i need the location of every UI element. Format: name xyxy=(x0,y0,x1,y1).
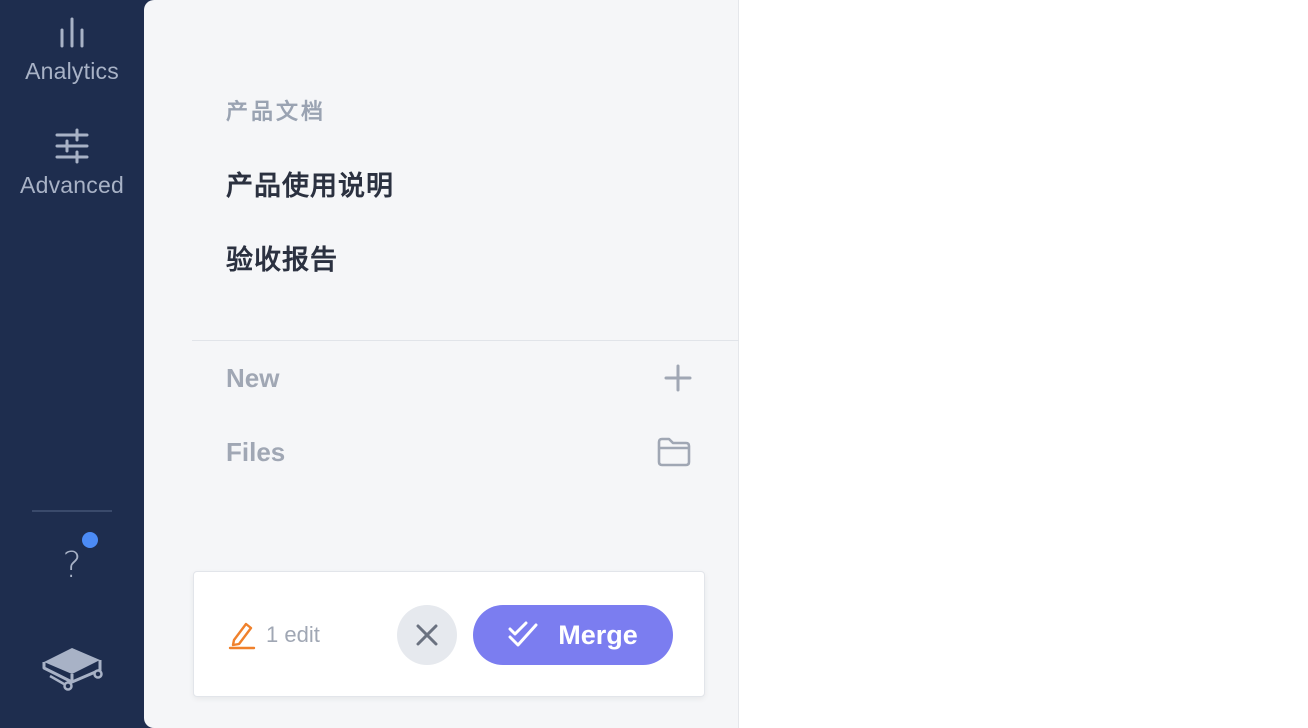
main-content-area xyxy=(740,0,1308,728)
rail-divider xyxy=(32,510,112,512)
pencil-icon xyxy=(228,622,256,650)
merge-label: Merge xyxy=(558,619,638,650)
new-label: New xyxy=(226,362,280,393)
files-label: Files xyxy=(226,436,286,467)
panel-divider xyxy=(192,340,739,341)
merge-button[interactable]: Merge xyxy=(473,605,673,665)
plus-icon[interactable] xyxy=(664,364,692,392)
book-logo-icon[interactable] xyxy=(40,640,104,692)
question-mark-icon[interactable]: ? xyxy=(52,540,92,590)
discard-button[interactable] xyxy=(397,605,457,665)
rail-item-label: Analytics xyxy=(25,58,119,84)
rail-item-analytics[interactable]: Analytics xyxy=(0,16,144,85)
files-action[interactable]: Files xyxy=(226,432,692,472)
left-rail: Analytics Advanced ? xyxy=(0,0,160,728)
close-icon xyxy=(416,624,438,646)
document-link-acceptance-report[interactable]: 验收报告 xyxy=(226,238,338,277)
edit-count: 1 edit xyxy=(266,622,320,647)
new-action[interactable]: New xyxy=(226,358,692,398)
edit-info: 1 edit xyxy=(228,620,320,650)
documents-panel: 产品文档 产品使用说明 验收报告 New Files 1 edit Merge xyxy=(144,0,739,728)
edit-merge-card: 1 edit Merge xyxy=(193,571,705,697)
rail-item-label: Advanced xyxy=(20,172,124,198)
sliders-icon xyxy=(55,128,89,164)
notification-dot xyxy=(82,532,98,548)
section-title: 产品文档 xyxy=(226,99,327,124)
double-check-icon xyxy=(508,621,538,647)
folder-icon[interactable] xyxy=(656,436,692,468)
document-link-usage-guide[interactable]: 产品使用说明 xyxy=(226,164,394,203)
bar-chart-icon xyxy=(60,17,84,48)
rail-item-advanced[interactable]: Advanced xyxy=(0,128,144,199)
